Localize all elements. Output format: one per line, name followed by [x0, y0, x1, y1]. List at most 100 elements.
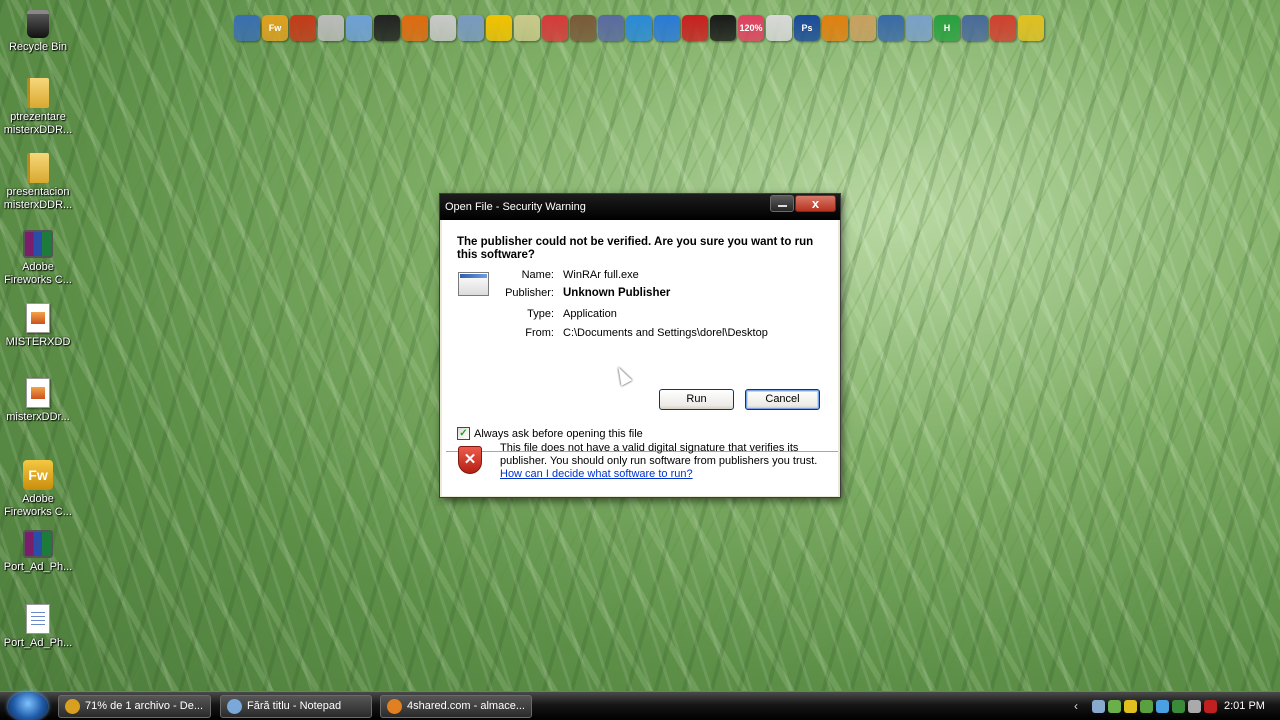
system-tray: ‹ 2:01 PM [1072, 695, 1280, 718]
image-file-icon [26, 303, 50, 333]
publisher-value: Unknown Publisher [563, 287, 671, 299]
thumb-app-icon[interactable] [822, 15, 848, 41]
desktop-icon-port-archive[interactable]: Port_Ad_Ph... [0, 530, 76, 574]
taskbar-button-firefox[interactable]: 4shared.com - almace... [380, 695, 532, 718]
recycle-bin-icon [27, 10, 49, 38]
always-ask-checkbox[interactable]: ✓ [457, 427, 470, 440]
taskbar: 71% de 1 archivo - De... Fără titlu - No… [0, 691, 1280, 720]
desktop-icons-area: Recycle Bin ptrezentare misterxDDR... pr… [0, 0, 76, 690]
coin-app-icon[interactable] [486, 15, 512, 41]
publisher-question: The publisher could not be verified. Are… [457, 236, 814, 261]
skype-icon[interactable] [654, 15, 680, 41]
desktop-icon-label: presentacion [6, 186, 70, 198]
scissors-icon[interactable] [766, 15, 792, 41]
toolbox-icon[interactable] [570, 15, 596, 41]
from-value: C:\Documents and Settings\dorel\Desktop [563, 327, 768, 339]
desktop-icon-port-text[interactable]: Port_Ad_Ph... [0, 604, 76, 650]
desktop-icon-label: misterxDDR... [3, 124, 73, 136]
duck-app-icon[interactable] [1018, 15, 1044, 41]
tray-icon[interactable] [1140, 700, 1153, 713]
taskbar-button-label: 71% de 1 archivo - De... [85, 700, 204, 712]
minimize-button[interactable] [770, 195, 794, 212]
excel-icon[interactable] [878, 15, 904, 41]
network-app-icon[interactable] [626, 15, 652, 41]
desktop-icon-recycle-bin[interactable]: Recycle Bin [0, 10, 76, 54]
firefox-icon [387, 699, 402, 714]
tray-icon[interactable] [1188, 700, 1201, 713]
winrar-archive-icon [23, 530, 53, 558]
run-button[interactable]: Run [659, 389, 734, 410]
desktop-icon-label: misterxDDr... [6, 411, 70, 423]
desktop-icon-label: ptrezentare [10, 111, 66, 123]
close-button[interactable]: x [795, 195, 836, 212]
start-button[interactable] [8, 692, 48, 720]
ruler-app-icon[interactable] [850, 15, 876, 41]
counter-app-icon[interactable]: 120% [738, 15, 764, 41]
always-ask-label[interactable]: Always ask before opening this file [474, 428, 643, 440]
photoshop-icon[interactable]: Ps [794, 15, 820, 41]
hat-app-icon[interactable] [374, 15, 400, 41]
desktop-icon-fireworks-archive[interactable]: Adobe Fireworks C... [0, 230, 76, 287]
tray-icon[interactable] [1092, 700, 1105, 713]
cancel-button[interactable]: Cancel [745, 389, 820, 410]
name-value: WinRAr full.exe [563, 269, 639, 281]
type-value: Application [563, 308, 617, 320]
tray-icon[interactable] [1124, 700, 1137, 713]
image-file-icon [26, 378, 50, 408]
notepad-icon [227, 699, 242, 714]
feather-app-icon[interactable] [458, 15, 484, 41]
tray-icons [1092, 700, 1217, 713]
folder-icon [27, 78, 49, 108]
desktop-icon-presentacion-folder[interactable]: presentacion misterxDDR... [0, 153, 76, 212]
tray-icon[interactable] [1204, 700, 1217, 713]
desktop-icon-label: MISTERXDD [5, 336, 71, 348]
desktop-icon-misterxddr[interactable]: misterxDDr... [0, 378, 76, 424]
desktop-icon-label: Adobe [22, 493, 54, 505]
text-file-icon [26, 604, 50, 634]
pen-app-icon[interactable] [598, 15, 624, 41]
basketball-app-icon[interactable] [290, 15, 316, 41]
installer-icon[interactable] [906, 15, 932, 41]
decide-software-link[interactable]: How can I decide what software to run? [500, 468, 693, 480]
desktop-icon-label: Fireworks C... [4, 506, 72, 518]
folder-icon [27, 153, 49, 183]
taskbar-button-label: 4shared.com - almace... [407, 700, 525, 712]
desktop-app-icon[interactable] [234, 15, 260, 41]
firefox-icon[interactable] [402, 15, 428, 41]
show-hidden-icons-chevron-icon[interactable]: ‹ [1074, 699, 1078, 713]
character-app-icon[interactable] [990, 15, 1016, 41]
desktop-icon-label: Port_Ad_Ph... [3, 561, 73, 573]
security-shield-icon: ✕ [458, 446, 482, 474]
warning-app-icon[interactable] [682, 15, 708, 41]
desktop-icon-label: Adobe [22, 261, 54, 273]
desktop-icon-ptrezentare-folder[interactable]: ptrezentare misterxDDR... [0, 78, 76, 137]
always-ask-option[interactable]: ✓ Always ask before opening this file [457, 427, 643, 440]
network-tool-icon[interactable] [962, 15, 988, 41]
download-progress-icon [65, 699, 80, 714]
chrome-like-icon[interactable] [318, 15, 344, 41]
dialog-titlebar[interactable]: Open File - Security Warning x [440, 194, 840, 220]
from-label: From: [525, 327, 554, 339]
tray-icon[interactable] [1156, 700, 1169, 713]
winrar-archive-icon [23, 230, 53, 258]
chrome-icon[interactable] [542, 15, 568, 41]
media-app-icon[interactable] [430, 15, 456, 41]
h-app-icon[interactable]: H [934, 15, 960, 41]
cube-app-icon[interactable] [346, 15, 372, 41]
clock[interactable]: 2:01 PM [1224, 700, 1265, 712]
taskbar-button-notepad[interactable]: Fără titlu - Notepad [220, 695, 372, 718]
publisher-label: Publisher: [505, 287, 554, 299]
notes-app-icon[interactable] [514, 15, 540, 41]
tray-icon[interactable] [1172, 700, 1185, 713]
desktop-icon-fireworks-app[interactable]: Fw Adobe Fireworks C... [0, 460, 76, 519]
desktop-icon-label: Recycle Bin [8, 41, 68, 53]
dialog-title: Open File - Security Warning [445, 201, 586, 213]
disc-app-icon[interactable] [710, 15, 736, 41]
security-warning-dialog: Open File - Security Warning x The publi… [439, 193, 841, 498]
fireworks-icon[interactable]: Fw [262, 15, 288, 41]
close-icon: x [811, 196, 820, 211]
desktop-icon-misterxdd[interactable]: MISTERXDD [0, 303, 76, 349]
taskbar-button-download[interactable]: 71% de 1 archivo - De... [58, 695, 211, 718]
tray-icon[interactable] [1108, 700, 1121, 713]
fireworks-icon: Fw [23, 460, 53, 490]
